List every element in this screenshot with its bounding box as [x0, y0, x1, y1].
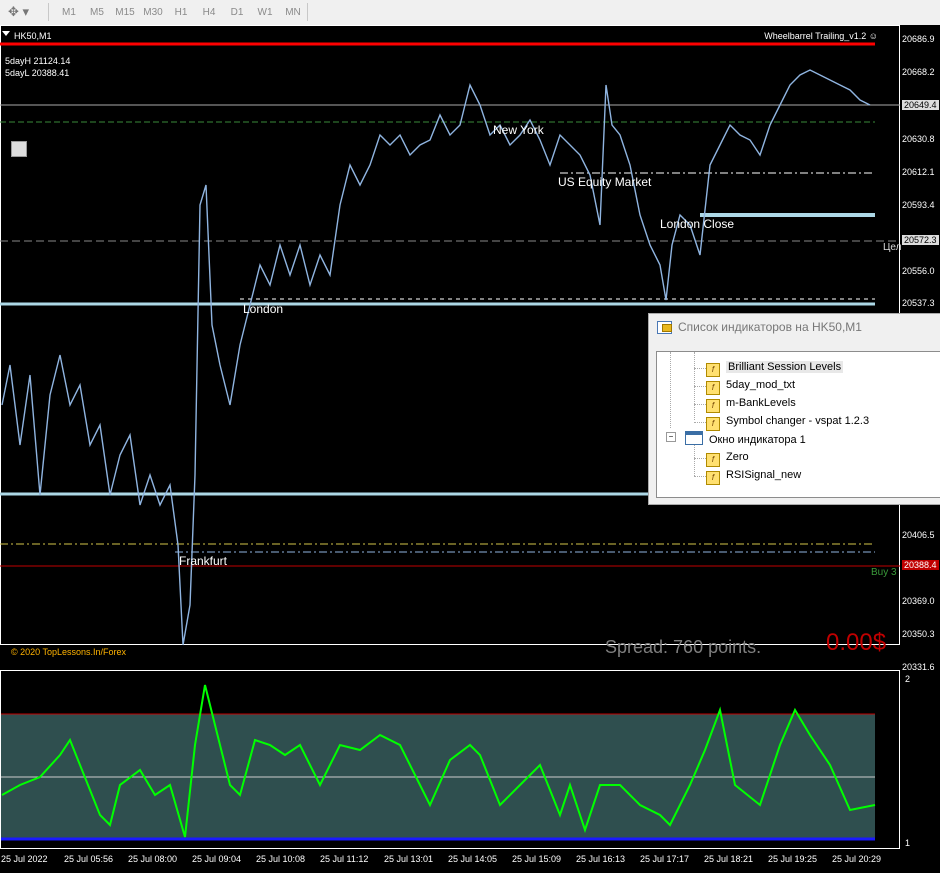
tf-h4-button[interactable]: H4	[195, 0, 223, 25]
indicator-icon: f	[706, 363, 720, 377]
session-us-equity: US Equity Market	[558, 175, 652, 189]
indicator-icon: f	[706, 417, 720, 431]
current-price-label: 20649.4	[902, 100, 939, 110]
price-tick: 20686.9	[902, 34, 935, 44]
indicator-icon: f	[706, 471, 720, 485]
profit-text: 0.00$	[826, 629, 887, 656]
price-tick: 20668.2	[902, 67, 935, 77]
smiley-icon: ☺	[868, 31, 878, 41]
target-label: Цел	[883, 242, 902, 253]
tf-m1-button[interactable]: M1	[55, 0, 83, 25]
tree-line	[670, 352, 671, 428]
session-frankfurt: Frankfurt	[179, 554, 228, 568]
time-tick: 25 Jul 05:56	[64, 854, 114, 864]
indicator-window-node[interactable]: Окно индикатора 1	[685, 431, 806, 447]
tf-mn-button[interactable]: MN	[279, 0, 307, 25]
session-new-york: New York	[493, 123, 544, 137]
expert-advisor-label: Wheelbarrel Trailing_v1.2 ☺	[764, 31, 878, 41]
price-tick: 20406.5	[902, 530, 935, 540]
time-tick: 25 Jul 10:08	[256, 854, 306, 864]
tf-m15-button[interactable]: M15	[111, 0, 139, 25]
tf-d1-button[interactable]: D1	[223, 0, 251, 25]
tree-line	[694, 422, 706, 423]
time-tick: 25 Jul 20:29	[832, 854, 882, 864]
indicator-item-m-banklevels[interactable]: f m-BankLevels	[706, 395, 796, 413]
timeframe-toolbar: ✥ ▾ M1 M5 M15 M30 H1 H4 D1 W1 MN	[0, 0, 940, 26]
tf-h1-button[interactable]: H1	[167, 0, 195, 25]
price-tick: 20369.0	[902, 596, 935, 606]
price-tick: 20612.1	[902, 167, 935, 177]
time-tick: 25 Jul 19:25	[768, 854, 818, 864]
indicator-icon: f	[706, 399, 720, 413]
spread-text: Spread: 760 points.	[605, 637, 762, 657]
indicator-item-rsisignal-new[interactable]: f RSISignal_new	[706, 467, 801, 485]
time-tick: 25 Jul 11:12	[320, 854, 369, 864]
price-tick: 20350.3	[902, 629, 935, 639]
tree-line	[694, 404, 706, 405]
marker-price-label: 20572.3	[902, 235, 939, 245]
price-tick: 20630.8	[902, 134, 935, 144]
time-tick: 25 Jul 16:13	[576, 854, 626, 864]
indicator-item-symbol-changer[interactable]: f Symbol changer - vspat 1.2.3	[706, 413, 869, 431]
indicator-icon: f	[706, 381, 720, 395]
buy-price-label: 20388.4	[902, 560, 939, 570]
subwindow-scale-top: 2	[905, 674, 911, 684]
tf-m5-button[interactable]: M5	[83, 0, 111, 25]
time-tick: 25 Jul 15:09	[512, 854, 562, 864]
tree-line	[694, 386, 706, 387]
indicator-item-zero[interactable]: f Zero	[706, 449, 749, 467]
time-tick: 25 Jul 2022	[1, 854, 48, 864]
drawing-tools-icon[interactable]: ✥ ▾	[8, 4, 42, 20]
time-tick: 25 Jul 18:21	[704, 854, 754, 864]
indicator-item-5day-mod-txt[interactable]: f 5day_mod_txt	[706, 377, 795, 395]
price-tick: 20537.3	[902, 298, 935, 308]
toolbar-separator	[48, 3, 49, 21]
indicator-tree[interactable]: f Brilliant Session Levels f 5day_mod_txt …	[656, 351, 940, 498]
tree-line	[694, 458, 706, 459]
time-tick: 25 Jul 13:01	[384, 854, 434, 864]
buy-label: Buy 3	[871, 567, 897, 578]
session-london: London	[243, 302, 284, 316]
indicator-icon: f	[706, 453, 720, 467]
price-tick: 20556.0	[902, 266, 935, 276]
toolbar-separator	[307, 3, 308, 21]
indicator-list-dialog[interactable]: Список индикаторов на HK50,M1 f Brilliant…	[648, 313, 940, 505]
window-icon	[685, 431, 703, 445]
timeframe-buttons: M1 M5 M15 M30 H1 H4 D1 W1 MN	[55, 0, 307, 25]
time-tick: 25 Jul 08:00	[128, 854, 178, 864]
time-tick: 25 Jul 14:05	[448, 854, 498, 864]
indicator-list-icon	[657, 321, 672, 334]
dialog-title: Список индикаторов на HK50,M1	[678, 320, 862, 334]
five-day-high: 5dayH 21124.14	[5, 56, 71, 66]
tf-w1-button[interactable]: W1	[251, 0, 279, 25]
five-day-low: 5dayL 20388.41	[5, 68, 70, 78]
session-london-close: London Close	[660, 217, 735, 231]
tree-line	[694, 476, 706, 477]
symbol-changer-checkbox[interactable]	[11, 141, 27, 157]
collapse-icon[interactable]: −	[666, 432, 676, 442]
copyright-text: © 2020 TopLessons.In/Forex	[11, 647, 127, 657]
indicator-item-brilliant-session-levels[interactable]: f Brilliant Session Levels	[706, 359, 844, 377]
tree-line	[694, 368, 706, 369]
symbol-dropdown-icon[interactable]	[2, 31, 10, 36]
tf-m30-button[interactable]: M30	[139, 0, 167, 25]
price-tick: 20331.6	[902, 662, 935, 672]
price-tick: 20593.4	[902, 200, 935, 210]
symbol-label: HK50,M1	[14, 31, 52, 41]
subwindow-scale-bottom: 1	[905, 838, 911, 848]
time-tick: 25 Jul 17:17	[640, 854, 690, 864]
time-tick: 25 Jul 09:04	[192, 854, 242, 864]
dialog-title-bar[interactable]: Список индикаторов на HK50,M1	[649, 314, 940, 341]
